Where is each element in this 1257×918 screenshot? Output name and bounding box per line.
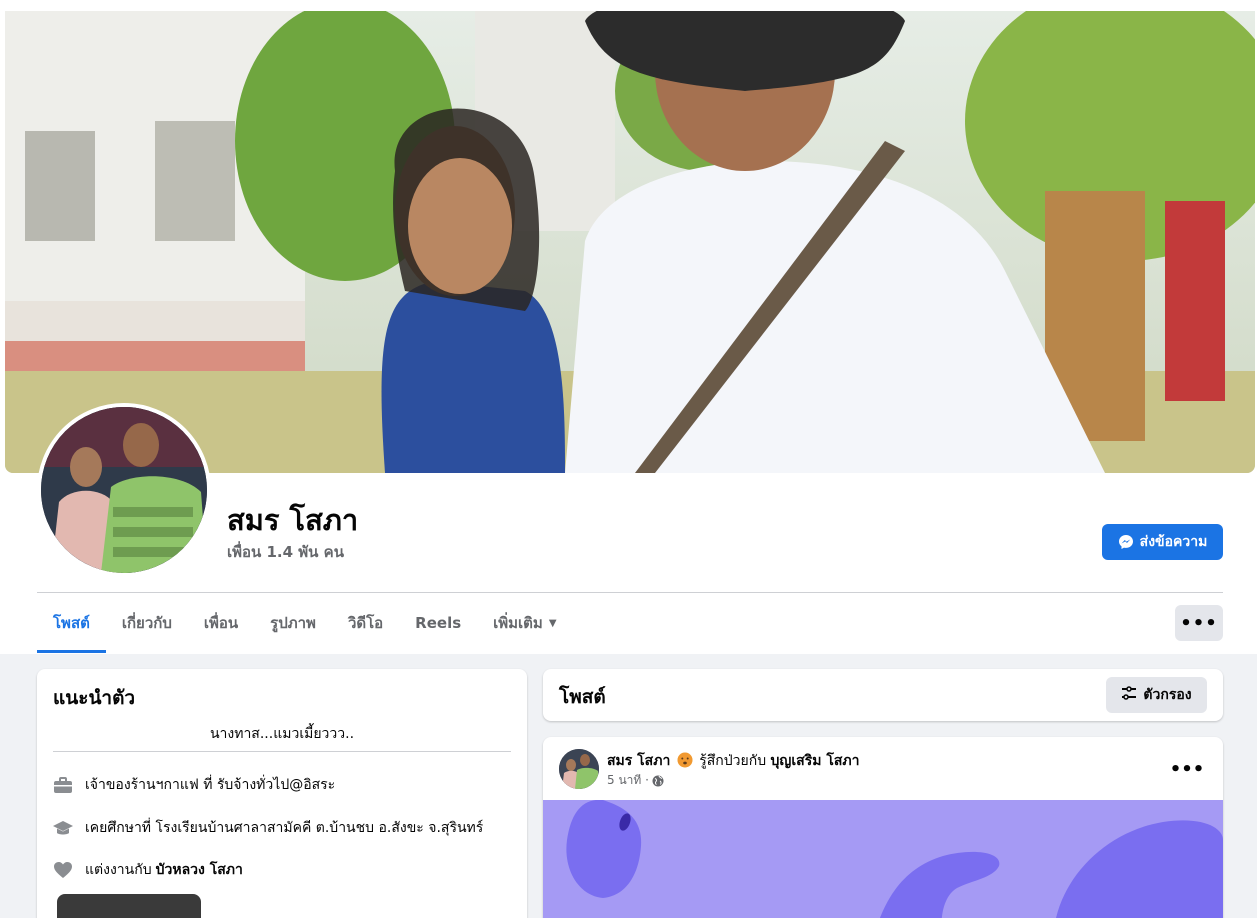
post-more-button[interactable]: ••• bbox=[1169, 751, 1205, 787]
intro-education-text: เคยศึกษาที่ โรงเรียนบ้านศาลาสามัคคี ต.บ้… bbox=[85, 820, 484, 836]
cover-photo[interactable] bbox=[5, 11, 1255, 473]
graduation-cap-icon bbox=[53, 818, 73, 838]
message-button[interactable]: ส่งข้อความ bbox=[1102, 524, 1223, 560]
intro-relationship-prefix: แต่งงานกับ bbox=[85, 862, 152, 878]
posts-title: โพสต์ bbox=[559, 686, 606, 708]
tab-label: รูปภาพ bbox=[270, 614, 316, 632]
post-tagged-person[interactable]: บุญเสริม โสภา bbox=[771, 753, 860, 769]
tab-friends[interactable]: เพื่อน bbox=[188, 593, 254, 653]
profile-header: สมร โสภา เพื่อน 1.4 พัน คน ส่งข้อความ โพ… bbox=[0, 0, 1257, 654]
friends-count[interactable]: เพื่อน 1.4 พัน คน bbox=[227, 540, 344, 564]
globe-icon[interactable] bbox=[652, 775, 664, 787]
post-card: สมร โสภา รู้สึกป่วยกับ บุญเสริม โสภา 5 น… bbox=[543, 737, 1223, 918]
profile-avatar[interactable] bbox=[37, 403, 211, 577]
messenger-icon bbox=[1118, 534, 1134, 550]
post-background bbox=[543, 800, 1223, 918]
profile-tabs: โพสต์ เกี่ยวกับ เพื่อน รูปภาพ วิดีโอ Ree… bbox=[37, 593, 573, 653]
intro-featured-photo[interactable] bbox=[57, 894, 201, 918]
caret-down-icon: ▼ bbox=[548, 617, 557, 629]
intro-education: เคยศึกษาที่ โรงเรียนบ้านศาลาสามัคคี ต.บ้… bbox=[53, 817, 483, 839]
message-button-label: ส่งข้อความ bbox=[1139, 534, 1208, 550]
tab-more[interactable]: เพิ่มเติม ▼ bbox=[477, 593, 572, 653]
profile-more-button[interactable]: ••• bbox=[1175, 605, 1223, 641]
intro-work-text: เจ้าของร้านฯกาแฟ ที่ รับจ้างทั่วไป@อิสระ bbox=[85, 777, 336, 793]
tab-label: วิดีโอ bbox=[347, 614, 384, 632]
filter-button[interactable]: ตัวกรอง bbox=[1106, 677, 1207, 713]
tab-photos[interactable]: รูปภาพ bbox=[254, 593, 332, 653]
filter-icon bbox=[1121, 685, 1137, 705]
post-meta: 5 นาที · bbox=[607, 771, 664, 790]
tab-posts[interactable]: โพสต์ bbox=[37, 593, 106, 653]
intro-title: แนะนำตัว bbox=[53, 687, 136, 709]
profile-name: สมร โสภา bbox=[227, 503, 359, 537]
sick-face-icon bbox=[677, 752, 693, 768]
post-feeling-text: รู้สึกป่วยกับ bbox=[699, 753, 767, 769]
tab-reels[interactable]: Reels bbox=[399, 593, 477, 653]
tab-label: เกี่ยวกับ bbox=[121, 614, 172, 632]
intro-bio: นางทาส...แมวเมี้ยววว.. bbox=[209, 726, 355, 742]
tab-label: เพิ่มเติม bbox=[493, 614, 543, 632]
intro-work: เจ้าของร้านฯกาแฟ ที่ รับจ้างทั่วไป@อิสระ bbox=[53, 774, 335, 796]
tab-label: โพสต์ bbox=[53, 614, 90, 632]
intro-divider bbox=[53, 751, 511, 752]
spouse-link[interactable]: บัวหลวง โสภา bbox=[156, 859, 243, 881]
tab-label: เพื่อน bbox=[203, 614, 239, 632]
tab-about[interactable]: เกี่ยวกับ bbox=[106, 593, 188, 653]
intro-relationship: แต่งงานกับ บัวหลวง โสภา bbox=[53, 859, 243, 881]
intro-card: แนะนำตัว นางทาส...แมวเมี้ยววว.. เจ้าของร… bbox=[37, 669, 527, 918]
post-timestamp[interactable]: 5 นาที · bbox=[607, 771, 649, 790]
heart-icon bbox=[53, 860, 73, 880]
briefcase-icon bbox=[53, 775, 73, 795]
tab-label: Reels bbox=[415, 614, 462, 632]
post-headline: สมร โสภา รู้สึกป่วยกับ บุญเสริม โสภา bbox=[607, 750, 859, 772]
filter-button-label: ตัวกรอง bbox=[1143, 687, 1192, 703]
posts-header-card: โพสต์ ตัวกรอง bbox=[543, 669, 1223, 721]
post-author-name[interactable]: สมร โสภา bbox=[607, 753, 670, 769]
tab-videos[interactable]: วิดีโอ bbox=[332, 593, 399, 653]
post-author-avatar[interactable] bbox=[559, 749, 599, 789]
